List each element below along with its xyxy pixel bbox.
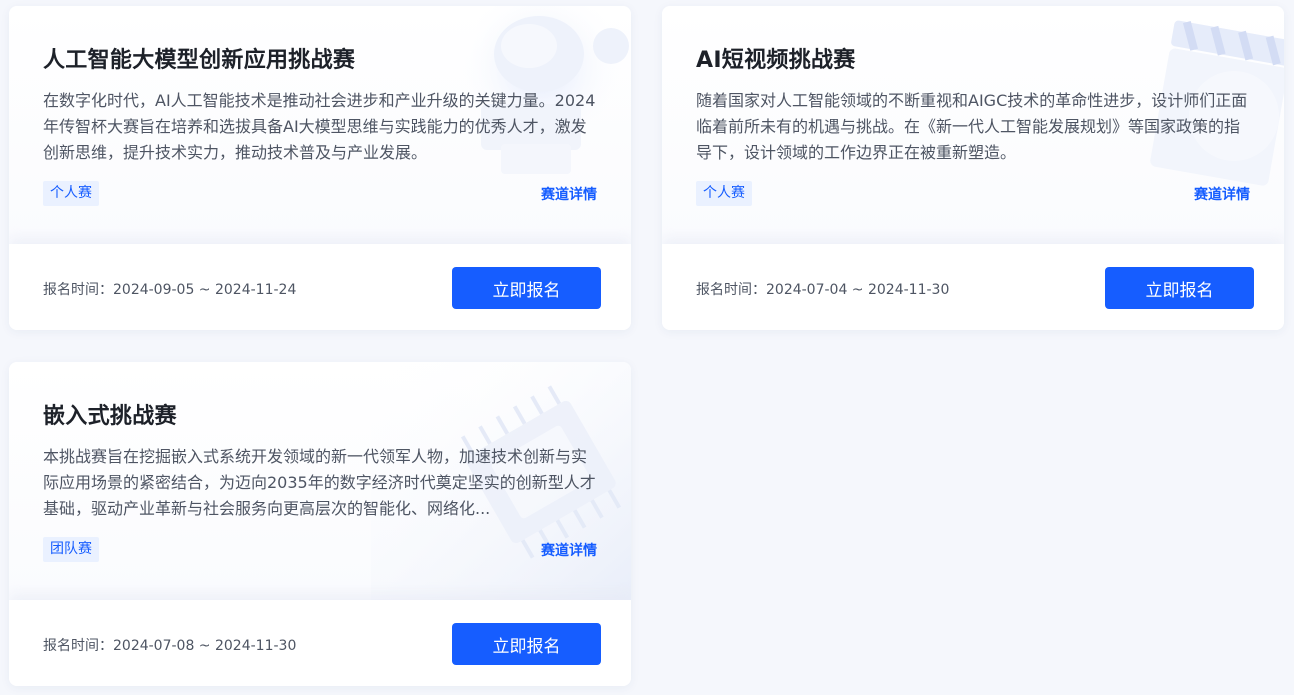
card-footer: 报名时间：2024-07-04 ~ 2024-11-30 立即报名 xyxy=(662,244,1284,330)
registration-range: 2024-07-08 ~ 2024-11-30 xyxy=(113,638,297,654)
competition-type-badge: 个人赛 xyxy=(43,181,99,206)
registration-label: 报名时间： xyxy=(696,282,766,298)
competition-type-badge: 个人赛 xyxy=(696,181,752,206)
registration-range: 2024-09-05 ~ 2024-11-24 xyxy=(113,282,297,298)
card-title: 人工智能大模型创新应用挑战赛 xyxy=(43,48,356,73)
competition-card-ai-llm: 人工智能大模型创新应用挑战赛 在数字化时代，AI人工智能技术是推动社会进步和产业… xyxy=(9,6,631,330)
registration-period: 报名时间：2024-07-08 ~ 2024-11-30 xyxy=(43,635,296,655)
card-title: 嵌入式挑战赛 xyxy=(43,404,177,429)
card-description: 随着国家对人工智能领域的不断重视和AIGC技术的革命性进步，设计师们正面临着前所… xyxy=(696,91,1248,162)
register-now-button[interactable]: 立即报名 xyxy=(1105,267,1254,309)
card-footer: 报名时间：2024-09-05 ~ 2024-11-24 立即报名 xyxy=(9,244,631,330)
track-details-link[interactable]: 赛道详情 xyxy=(1194,184,1250,204)
card-title: AI短视频挑战赛 xyxy=(696,48,856,73)
competition-card-embedded: 嵌入式挑战赛 本挑战赛旨在挖掘嵌入式系统开发领域的新一代领军人物，加速技术创新与… xyxy=(9,362,631,686)
registration-range: 2024-07-04 ~ 2024-11-30 xyxy=(766,282,950,298)
competition-card-ai-short-video: AI短视频挑战赛 随着国家对人工智能领域的不断重视和AIGC技术的革命性进步，设… xyxy=(662,6,1284,330)
card-footer: 报名时间：2024-07-08 ~ 2024-11-30 立即报名 xyxy=(9,600,631,686)
register-now-button[interactable]: 立即报名 xyxy=(452,267,601,309)
register-now-button[interactable]: 立即报名 xyxy=(452,623,601,665)
registration-label: 报名时间： xyxy=(43,282,113,298)
card-description: 在数字化时代，AI人工智能技术是推动社会进步和产业升级的关键力量。2024年传智… xyxy=(43,91,596,162)
registration-period: 报名时间：2024-07-04 ~ 2024-11-30 xyxy=(696,279,949,299)
track-details-link[interactable]: 赛道详情 xyxy=(541,184,597,204)
registration-label: 报名时间： xyxy=(43,638,113,654)
competition-type-badge: 团队赛 xyxy=(43,537,99,562)
registration-period: 报名时间：2024-09-05 ~ 2024-11-24 xyxy=(43,279,296,299)
track-details-link[interactable]: 赛道详情 xyxy=(541,540,597,560)
card-description: 本挑战赛旨在挖掘嵌入式系统开发领域的新一代领军人物，加速技术创新与实际应用场景的… xyxy=(43,447,596,518)
